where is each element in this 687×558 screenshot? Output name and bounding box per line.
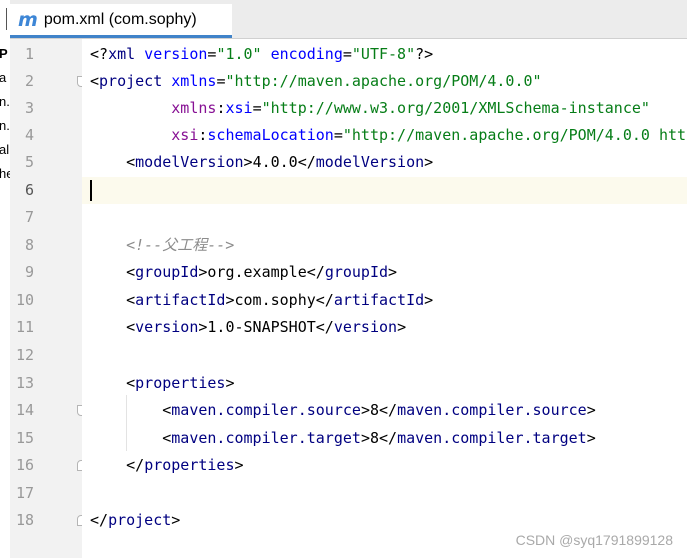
line-number: 16 — [15, 456, 34, 474]
code-line-14: <maven.compiler.source>8</maven.compiler… — [162, 401, 596, 419]
line-number: 8 — [24, 236, 34, 254]
panel-text-fragment: P — [0, 46, 8, 61]
code-line-4: xsi:schemaLocation="http://maven.apache.… — [171, 126, 687, 144]
maven-file-icon: m — [18, 8, 38, 31]
line-number: 18 — [15, 511, 34, 529]
watermark: CSDN @syq1791899128 — [515, 532, 673, 548]
line-number: 7 — [24, 208, 34, 226]
line-number: 13 — [15, 374, 34, 392]
project-panel-edge: P a n. n. al he — [0, 0, 10, 558]
code-line-10: <artifactId>com.sophy</artifactId> — [126, 291, 434, 309]
code-line-5: <modelVersion>4.0.0</modelVersion> — [126, 153, 434, 171]
panel-text-fragment: n. — [0, 94, 10, 109]
code-line-18: </project> — [90, 511, 181, 529]
line-number: 4 — [24, 126, 34, 144]
text-caret — [90, 180, 92, 201]
line-number: 1 — [24, 45, 34, 63]
code-line-16: </properties> — [126, 456, 244, 474]
line-number: 15 — [15, 429, 34, 447]
tab-title: pom.xml (com.sophy) — [43, 10, 197, 28]
panel-text-fragment: he — [0, 166, 10, 181]
line-number: 12 — [15, 346, 34, 364]
panel-text-fragment: al — [0, 142, 10, 157]
line-number: 14 — [15, 401, 34, 419]
line-number: 5 — [24, 153, 34, 171]
code-editor[interactable]: <?xml version="1.0" encoding="UTF-8"?> <… — [82, 39, 687, 558]
panel-text-fragment: a — [0, 70, 7, 85]
line-number: 10 — [15, 291, 34, 309]
code-line-11: <version>1.0-SNAPSHOT</version> — [126, 318, 407, 336]
line-number: 11 — [15, 318, 34, 336]
current-line-highlight — [82, 177, 687, 204]
code-line-13: <properties> — [126, 374, 235, 392]
code-line-2: <project xmlns="http://maven.apache.org/… — [90, 72, 542, 90]
code-line-15: <maven.compiler.target>8</maven.compiler… — [162, 429, 596, 447]
tab-pom-xml[interactable]: m pom.xml (com.sophy) — [10, 4, 232, 38]
line-number: 9 — [24, 263, 34, 281]
line-number: 17 — [15, 484, 34, 502]
code-line-9: <groupId>org.example</groupId> — [126, 263, 398, 281]
code-line-3: xmlns:xsi="http://www.w3.org/2001/XMLSch… — [171, 99, 650, 117]
editor-tab-bar: m pom.xml (com.sophy) — [10, 0, 687, 39]
panel-divider — [6, 8, 7, 30]
line-number-current: 6 — [24, 181, 34, 199]
code-line-8: <!--父工程--> — [126, 236, 235, 254]
line-number-gutter[interactable]: 1 2 3 4 5 6 7 8 9 10 11 12 13 14 15 16 1… — [10, 39, 86, 558]
code-line-1: <?xml version="1.0" encoding="UTF-8"?> — [90, 45, 434, 63]
line-number: 3 — [24, 99, 34, 117]
line-number: 2 — [24, 72, 34, 90]
panel-text-fragment: n. — [0, 118, 10, 133]
